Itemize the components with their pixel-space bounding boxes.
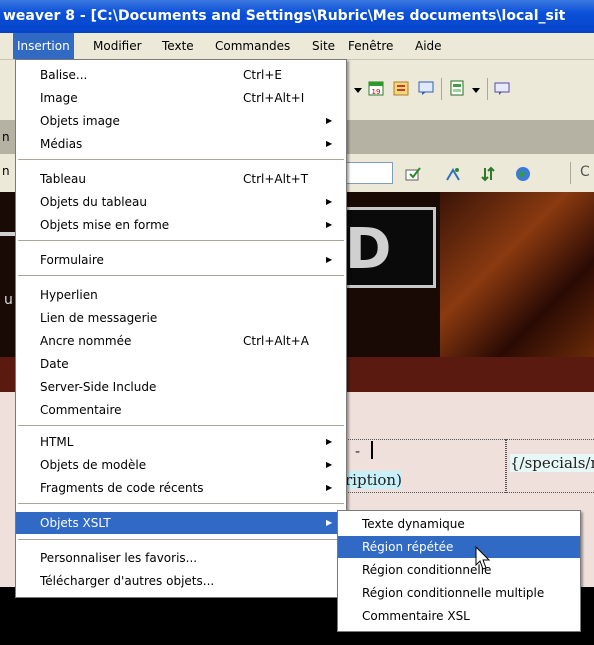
validate-markup-icon[interactable] (405, 166, 421, 182)
submenu-item-region-repetee[interactable]: Région répétée (338, 536, 580, 558)
template-icon[interactable] (449, 80, 465, 96)
cell-dash: - (355, 442, 361, 460)
menu-item-commentaire[interactable]: Commentaire (16, 399, 346, 421)
window-title-bar[interactable]: weaver 8 - [C:\Documents and Settings\Ru… (0, 0, 594, 33)
menu-commandes[interactable]: Commandes (215, 33, 290, 59)
menu-item-balise[interactable]: Balise... Ctrl+E (16, 64, 346, 86)
menu-item-server-side-include[interactable]: Server-Side Include (16, 376, 346, 398)
menu-modifier[interactable]: Modifier (93, 33, 142, 59)
menu-fenetre[interactable]: Fenêtre (348, 33, 393, 59)
menu-item-html[interactable]: HTML ▶ (16, 431, 346, 453)
toolbar-separator (441, 78, 442, 100)
menu-aide[interactable]: Aide (415, 33, 442, 59)
menu-bar: Insertion Modifier Texte Commandes Site … (0, 33, 594, 60)
submenu-arrow-icon: ▶ (326, 220, 333, 229)
xslt-submenu: Texte dynamique Région répétée Région co… (337, 510, 581, 632)
check-browser-icon[interactable] (445, 166, 461, 182)
submenu-arrow-icon: ▶ (326, 197, 333, 206)
dropdown-arrow-icon[interactable] (468, 82, 484, 98)
menu-item-image[interactable]: Image Ctrl+Alt+I (16, 87, 346, 109)
submenu-item-texte-dynamique[interactable]: Texte dynamique (338, 513, 580, 535)
dynamic-text-description[interactable]: ription) (345, 471, 402, 489)
submenu-arrow-icon: ▶ (326, 139, 333, 148)
menu-item-hyperlien[interactable]: Hyperlien (16, 284, 346, 306)
menu-separator (18, 159, 344, 160)
menu-item-formulaire[interactable]: Formulaire ▶ (16, 249, 346, 271)
banner-text-fragment: u (4, 292, 13, 308)
tab-label-fragment: n (2, 130, 10, 144)
submenu-item-commentaire-xsl[interactable]: Commentaire XSL (338, 605, 580, 627)
svg-text:19: 19 (372, 88, 381, 96)
text-caret (371, 441, 373, 459)
window-title: weaver 8 - [C:\Documents and Settings\Ru… (3, 8, 566, 24)
dynamic-text-specials[interactable]: {/specials/n (510, 454, 594, 472)
banner-bar (0, 232, 15, 236)
favorites-icon[interactable] (494, 80, 510, 96)
menu-item-objets-image[interactable]: Objets image ▶ (16, 110, 346, 132)
menu-insertion[interactable]: Insertion (13, 33, 74, 59)
submenu-arrow-icon: ▶ (326, 460, 333, 469)
toolbar-separator (570, 162, 571, 184)
menu-separator (18, 503, 344, 504)
preview-globe-icon[interactable] (515, 166, 531, 182)
submenu-arrow-icon: ▶ (326, 483, 333, 492)
submenu-arrow-icon: ▶ (326, 255, 333, 264)
submenu-arrow-icon: ▶ (326, 437, 333, 446)
menu-item-tableau[interactable]: Tableau Ctrl+Alt+T (16, 168, 346, 190)
menu-item-date[interactable]: Date (16, 353, 346, 375)
date-icon[interactable]: 19 (368, 80, 384, 96)
dropdown-arrow-icon[interactable] (350, 82, 366, 98)
menu-item-telecharger-objets[interactable]: Télécharger d'autres objets... (16, 570, 346, 592)
menu-item-lien-messagerie[interactable]: Lien de messagerie (16, 307, 346, 329)
insertion-menu: Balise... Ctrl+E Image Ctrl+Alt+I Objets i… (15, 59, 347, 598)
document-title-field[interactable] (345, 162, 393, 184)
toolbar-fragment: C (580, 164, 590, 180)
banner-photo-area (440, 192, 594, 357)
banner-letters: D (345, 217, 392, 282)
menu-item-objets-tableau[interactable]: Objets du tableau ▶ (16, 191, 346, 213)
menu-texte[interactable]: Texte (162, 33, 194, 59)
menu-item-objets-mise-en-forme[interactable]: Objets mise en forme ▶ (16, 214, 346, 236)
submenu-arrow-icon: ▶ (326, 116, 333, 125)
server-side-include-icon[interactable] (393, 80, 409, 96)
toolbar-label-fragment: n (2, 164, 10, 178)
menu-separator (18, 275, 344, 276)
toolbar-separator (487, 78, 488, 100)
submenu-item-region-conditionnelle-multiple[interactable]: Région conditionnelle multiple (338, 582, 580, 604)
menu-separator (18, 240, 344, 241)
menu-item-objets-xslt[interactable]: Objets XSLT ▶ (16, 512, 346, 534)
menu-separator (18, 425, 344, 426)
file-transfer-icon[interactable] (480, 166, 496, 182)
menu-item-objets-modele[interactable]: Objets de modèle ▶ (16, 454, 346, 476)
menu-item-fragments-code[interactable]: Fragments de code récents ▶ (16, 477, 346, 499)
menu-item-medias[interactable]: Médias ▶ (16, 133, 346, 155)
submenu-arrow-icon: ▶ (326, 518, 333, 527)
menu-separator (18, 539, 344, 540)
menu-site[interactable]: Site (312, 33, 335, 59)
menu-item-personnaliser-favoris[interactable]: Personnaliser les favoris... (16, 547, 346, 569)
menu-item-ancre-nommee[interactable]: Ancre nommée Ctrl+Alt+A (16, 330, 346, 352)
submenu-item-region-conditionnelle[interactable]: Région conditionnelle (338, 559, 580, 581)
mouse-cursor-icon (475, 546, 491, 570)
comment-icon[interactable] (418, 80, 434, 96)
